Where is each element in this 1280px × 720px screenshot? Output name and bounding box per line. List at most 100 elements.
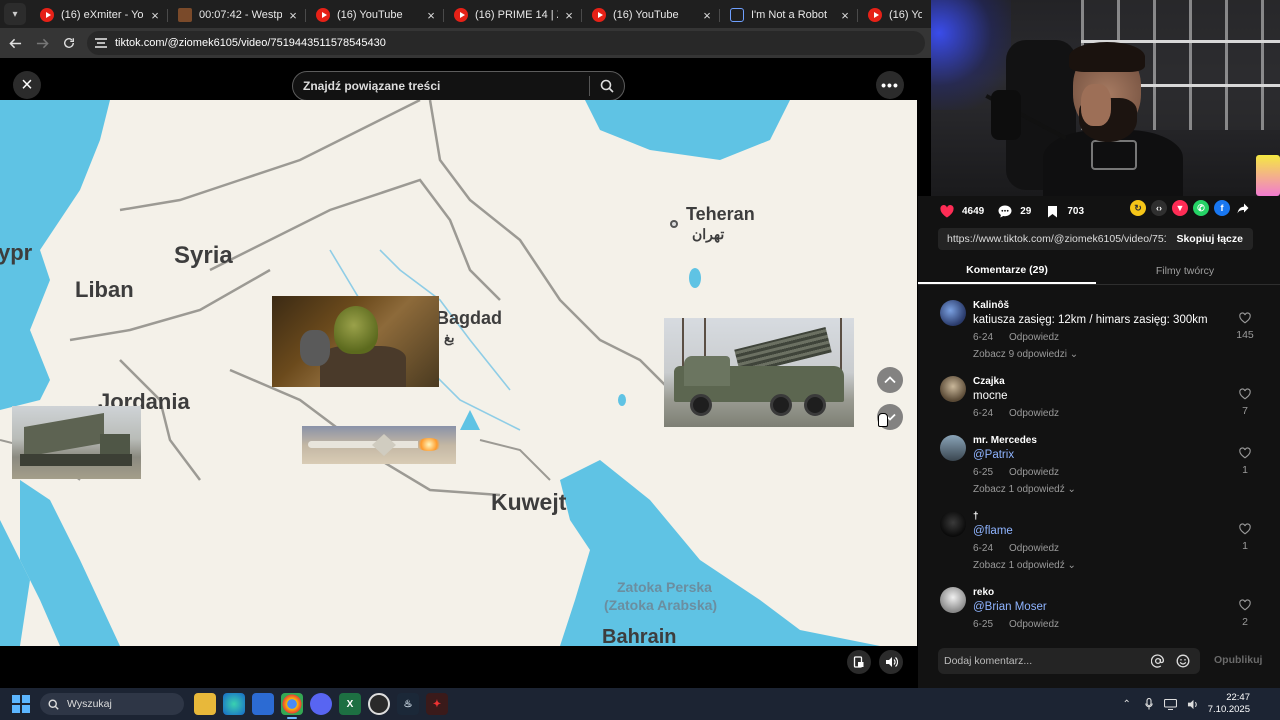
tab-search-menu-icon[interactable]: ▾ [4, 3, 26, 25]
avatar[interactable] [940, 587, 966, 613]
browser-tab[interactable]: (16) PRIME 14 | ZADYMA × [444, 2, 582, 28]
chevron-up-icon[interactable]: ⌃ [1120, 697, 1134, 711]
view-replies-button[interactable]: Zobacz 1 odpowiedź ⌄ [973, 484, 1223, 495]
close-video-button[interactable]: × [13, 71, 41, 99]
comment-count: 29 [1020, 205, 1032, 217]
streamer-webcam [931, 0, 1280, 196]
comment-bubble-icon [998, 204, 1012, 218]
comment-like-count: 2 [1242, 616, 1248, 628]
related-search-input[interactable]: Znajdź powiązane treści [292, 71, 625, 101]
comment-list: Kalinôš katiusza zasięg: 12km / himars z… [918, 296, 1280, 632]
game-app-icon[interactable]: ✦ [426, 693, 448, 715]
comment-count-button[interactable]: 29 [998, 204, 1031, 218]
emoji-icon[interactable] [1175, 653, 1191, 669]
comment-username[interactable]: † [973, 511, 1223, 522]
more-options-button[interactable]: ••• [876, 71, 904, 99]
excel-icon[interactable]: X [339, 693, 361, 715]
chrome-icon[interactable] [281, 693, 303, 719]
forward-arrow-icon[interactable] [30, 31, 54, 55]
discord-icon[interactable] [310, 693, 332, 715]
comment-username[interactable]: Czajka [973, 376, 1223, 387]
comment-like-button[interactable]: 2 [1232, 599, 1258, 628]
copy-link-button[interactable]: Skopiuj łącze [1166, 233, 1253, 245]
windows-start-icon[interactable] [12, 695, 30, 713]
add-comment-input[interactable]: Dodaj komentarz... [938, 648, 1200, 674]
taskbar-clock[interactable]: 22:47 7.10.2025 [1208, 692, 1250, 716]
map-label-teheran: Teheran [686, 204, 755, 224]
comment-username[interactable]: mr. Mercedes [973, 435, 1223, 446]
video-player[interactable]: ypr Liban Syria Bagdad بغ Jordania Teher… [0, 100, 917, 646]
microphone-icon[interactable] [1142, 697, 1156, 711]
browser-tab[interactable]: I'm Not a Robot × [720, 2, 858, 28]
search-icon[interactable] [590, 79, 624, 93]
reply-button[interactable]: Odpowiedz [1009, 619, 1059, 630]
obs-icon[interactable] [368, 693, 390, 715]
previous-video-button[interactable] [877, 367, 903, 393]
publish-button[interactable]: Opublikuj [1214, 654, 1262, 666]
comment-date: 6-25 [973, 619, 994, 630]
address-bar[interactable]: tiktok.com/@ziomek6105/video/75194435115… [87, 31, 925, 55]
close-icon[interactable]: × [838, 8, 852, 23]
share-arrow-icon[interactable] [1235, 200, 1251, 216]
url-text: tiktok.com/@ziomek6105/video/75194435115… [115, 37, 386, 49]
comment-mention[interactable]: @Brian Moser [973, 601, 1223, 613]
avatar[interactable] [940, 435, 966, 461]
embed-code-icon[interactable]: ‹› [1151, 200, 1167, 216]
reply-button[interactable]: Odpowiedz [1009, 332, 1059, 343]
close-icon[interactable]: × [700, 8, 714, 23]
volume-button[interactable] [879, 650, 903, 674]
player-controls [847, 650, 903, 674]
avatar[interactable] [940, 376, 966, 402]
browser-tab[interactable]: (16) YouTube × [306, 2, 444, 28]
edge-browser-icon[interactable] [223, 693, 245, 715]
mention-icon[interactable] [1150, 653, 1166, 669]
avatar[interactable] [940, 511, 966, 537]
comment-username[interactable]: reko [973, 587, 1223, 598]
view-replies-button[interactable]: Zobacz 1 odpowiedź ⌄ [973, 560, 1223, 571]
close-icon[interactable]: × [562, 8, 576, 23]
tab-comments[interactable]: Komentarze (29) [918, 258, 1096, 284]
avatar[interactable] [940, 300, 966, 326]
heart-outline-icon [1239, 523, 1251, 535]
reply-button[interactable]: Odpowiedz [1009, 543, 1059, 554]
back-arrow-icon[interactable] [3, 31, 27, 55]
browser-tab[interactable]: (16) YouTube [858, 2, 928, 28]
comment-like-button[interactable]: 145 [1232, 312, 1258, 341]
comment-mention[interactable]: @Patrix [973, 449, 1223, 461]
browser-tab-strip: ▾ (16) eXmiter - YouTube × 00:07:42 - We… [0, 0, 931, 28]
file-explorer-icon[interactable] [194, 693, 216, 715]
site-info-icon[interactable] [95, 38, 107, 48]
view-replies-button[interactable]: Zobacz 9 odpowiedzi ⌄ [973, 349, 1223, 360]
comment-like-button[interactable]: 1 [1232, 523, 1258, 552]
close-icon[interactable]: × [148, 8, 162, 23]
comment-username[interactable]: Kalinôš [973, 300, 1223, 311]
share-link-text[interactable]: https://www.tiktok.com/@ziomek6105/video… [938, 233, 1166, 245]
network-icon[interactable] [1164, 697, 1178, 711]
facebook-icon[interactable]: f [1214, 200, 1230, 216]
reload-icon[interactable] [57, 31, 81, 55]
save-button[interactable]: 703 [1045, 204, 1084, 218]
steam-icon[interactable]: ♨ [397, 693, 419, 715]
reply-button[interactable]: Odpowiedz [1009, 408, 1059, 419]
whatsapp-icon[interactable]: ✆ [1193, 200, 1209, 216]
close-icon[interactable]: × [424, 8, 438, 23]
browser-tab[interactable]: (16) YouTube × [582, 2, 720, 28]
send-icon[interactable]: ▼ [1172, 200, 1188, 216]
like-button[interactable]: 4649 [940, 204, 984, 218]
miniplayer-button[interactable] [847, 650, 871, 674]
repost-icon[interactable]: ↻ [1130, 200, 1146, 216]
tab-title: 00:07:42 - Westport - The [199, 9, 282, 21]
speaker-icon [885, 657, 898, 667]
browser-tab[interactable]: (16) eXmiter - YouTube × [30, 2, 168, 28]
taskbar-search[interactable]: Wyszukaj [40, 693, 184, 715]
tab-creator-videos[interactable]: Filmy twórcy [1096, 258, 1274, 284]
comment-like-button[interactable]: 1 [1232, 447, 1258, 476]
reply-button[interactable]: Odpowiedz [1009, 467, 1059, 478]
browser-tab[interactable]: 00:07:42 - Westport - The × [168, 2, 306, 28]
volume-icon[interactable] [1186, 697, 1200, 711]
tab-title: (16) YouTube [337, 9, 403, 21]
comment-like-button[interactable]: 7 [1232, 388, 1258, 417]
microsoft-store-icon[interactable] [252, 693, 274, 715]
comment-mention[interactable]: @flame [973, 525, 1223, 537]
close-icon[interactable]: × [286, 8, 300, 23]
